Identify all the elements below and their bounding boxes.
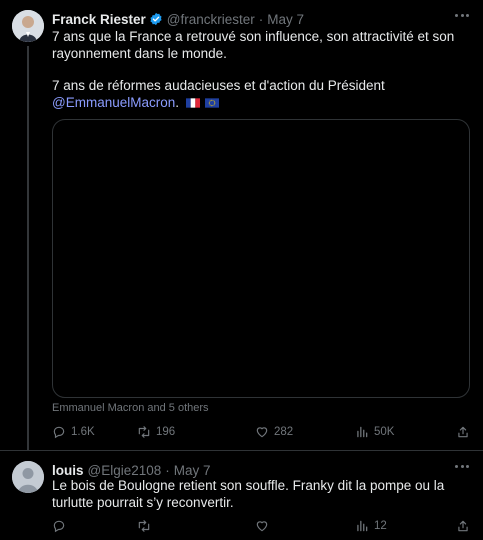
share-button[interactable] [456,517,475,535]
tweet-text-period: . [175,95,180,110]
tweet-text-paragraph-2: 7 ans de réformes audacieuses et d'actio… [52,77,468,111]
mention-link[interactable]: @EmmanuelMacron [52,95,175,110]
views-button[interactable]: 12 [355,517,387,535]
tweet-text-paragraph-1: 7 ans que la France a retrouvé son influ… [52,29,455,61]
avatar[interactable] [12,10,44,42]
views-icon [357,520,368,532]
repost-button[interactable]: 196 [137,423,175,441]
reply-icon [53,520,65,533]
like-icon [256,521,268,532]
tweet-actions: 1.6K 196 282 50K [52,423,472,441]
like-button[interactable] [255,517,274,535]
repost-icon [138,520,150,532]
views-button[interactable]: 50K [355,423,394,441]
reply-count: 1.6K [71,426,95,438]
reply-button[interactable] [52,517,71,535]
tweet-franck-riester[interactable]: Franck Riester @franckriester · May 7 7 … [0,0,483,450]
media-container[interactable] [52,119,470,398]
reply-button[interactable]: 1.6K [52,423,95,441]
like-icon [256,427,268,438]
share-icon [458,426,468,438]
share-button[interactable] [456,423,475,441]
verified-icon [150,12,162,26]
more-icon[interactable] [455,14,469,18]
views-count: 12 [374,520,387,532]
author-handle[interactable]: @Elgie2108 [88,463,162,478]
like-button[interactable]: 282 [255,423,293,441]
separator-dot: · [165,462,170,478]
tweet-actions: 12 [52,517,472,535]
tweet-date[interactable]: May 7 [267,12,304,27]
tweet-text: Le bois de Boulogne retient son souffle.… [52,478,445,510]
views-count: 50K [374,426,395,438]
share-icon [458,520,468,532]
tagged-users[interactable]: Emmanuel Macron and 5 others [52,402,209,414]
tweet-header: Franck Riester @franckriester · May 7 [52,10,304,28]
author-name[interactable]: louis [52,463,84,478]
like-count: 282 [274,426,294,438]
repost-button[interactable] [137,517,156,535]
author-name[interactable]: Franck Riester [52,12,146,27]
author-handle[interactable]: @franckriester [167,12,255,27]
repost-icon [138,426,150,438]
tweet-text-line: 7 ans de réformes audacieuses et d'actio… [52,78,385,93]
separator-dot: · [258,11,264,27]
reply-icon [53,426,65,439]
flag-eu-icon [204,98,219,108]
flag-france-icon [185,98,200,108]
more-icon[interactable] [455,465,469,469]
views-icon [357,426,368,438]
thread-line [27,46,29,450]
repost-count: 196 [156,426,176,438]
tweet-date[interactable]: May 7 [174,463,211,478]
avatar[interactable] [12,461,44,493]
